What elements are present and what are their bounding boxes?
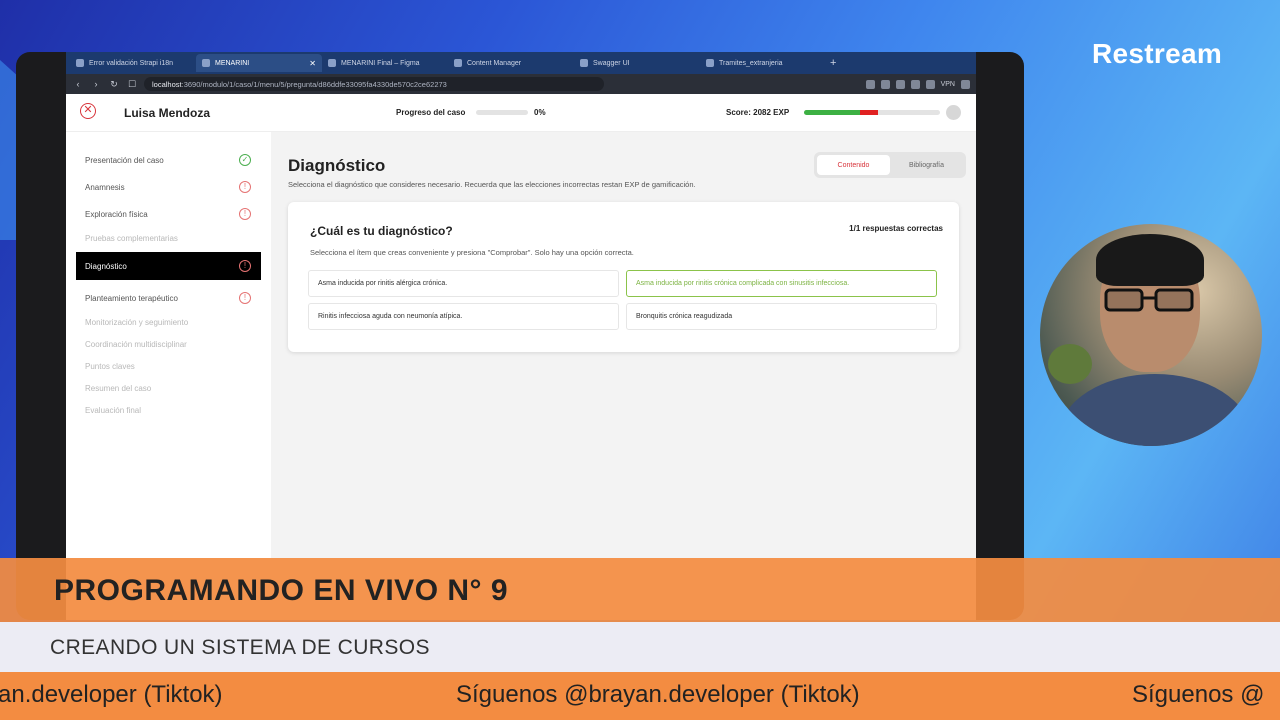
glasses-icon [1104, 288, 1194, 312]
tab-favicon-icon [202, 59, 210, 67]
main-content: Diagnóstico Selecciona el diagnóstico qu… [271, 132, 976, 620]
tab-favicon-icon [706, 59, 714, 67]
browser-window: Error validación Strapi i18n MENARINI ✕ M… [66, 52, 976, 620]
browser-tab[interactable]: Tramites_extranjeria [700, 54, 826, 72]
restream-logo: Restream [1092, 38, 1223, 69]
page-subtitle: Selecciona el diagnóstico que consideres… [288, 180, 696, 189]
tab-favicon-icon [580, 59, 588, 67]
avatar[interactable] [946, 105, 961, 120]
correct-count: 1/1 respuestas correctas [849, 224, 943, 233]
check-circle-icon: ✓ [239, 154, 251, 166]
extensions-toolbar: VPN [865, 79, 970, 89]
ticker-banner: an.developer (Tiktok) Síguenos @brayan.d… [0, 672, 1280, 720]
extension-icon[interactable] [895, 79, 905, 89]
address-bar: ‹ › ↻ ☐ localhost:3690/modulo/1/caso/1/m… [66, 74, 976, 94]
ticker-text-right: Síguenos @ [1132, 681, 1265, 708]
sidebar-item-diagnostico[interactable]: Diagnóstico! [76, 252, 261, 280]
new-tab-icon[interactable]: + [830, 57, 836, 69]
progress-value: 0% [534, 108, 546, 117]
forward-icon[interactable]: › [90, 79, 102, 89]
bookmark-icon[interactable]: ☐ [126, 79, 138, 90]
presenter-shirt [1060, 374, 1250, 446]
reload-icon[interactable]: ↻ [108, 79, 120, 90]
question-card: ¿Cuál es tu diagnóstico? 1/1 respuestas … [288, 202, 959, 352]
ticker-text-left: an.developer (Tiktok) [0, 681, 223, 708]
alert-circle-icon: ! [239, 208, 251, 220]
content-tabs: Contenido Bibliografía [814, 152, 966, 178]
headline-banner: PROGRAMANDO EN VIVO N° 9 [0, 558, 1280, 622]
tab-strip: Error validación Strapi i18n MENARINI ✕ M… [66, 52, 976, 74]
presenter-hair [1096, 234, 1204, 286]
browser-tab[interactable]: Swagger UI [574, 54, 700, 72]
question-title: ¿Cuál es tu diagnóstico? [310, 224, 453, 238]
alert-circle-icon: ! [239, 181, 251, 193]
alert-circle-icon: ! [239, 260, 251, 272]
score-bar [804, 110, 940, 115]
extension-icon[interactable] [880, 79, 890, 89]
back-icon[interactable]: ‹ [72, 79, 84, 89]
extension-icon[interactable] [910, 79, 920, 89]
progress-bar [476, 110, 528, 115]
score-label: Score: 2082 EXP [726, 108, 790, 117]
tab-bibliografia[interactable]: Bibliografía [890, 155, 963, 175]
tab-favicon-icon [76, 59, 84, 67]
webcam-feed [1040, 224, 1262, 446]
score-bar-red [860, 110, 878, 115]
question-help: Selecciona el ítem que creas conveniente… [310, 248, 634, 257]
sidebar-item-pruebas[interactable]: Pruebas complementarias [76, 224, 261, 252]
close-tab-icon[interactable]: ✕ [309, 59, 316, 68]
option-3[interactable]: Rinitis infecciosa aguda con neumonía at… [308, 303, 619, 330]
background-plant [1048, 344, 1092, 384]
sidebar-item-anamnesis[interactable]: Anamnesis! [76, 173, 261, 201]
browser-tab[interactable]: Content Manager [448, 54, 574, 72]
option-4[interactable]: Bronquitis crónica reagudizada [626, 303, 937, 330]
tab-contenido[interactable]: Contenido [817, 155, 890, 175]
extension-icon[interactable] [865, 79, 875, 89]
menu-icon[interactable] [961, 79, 970, 89]
browser-tab-active[interactable]: MENARINI ✕ [196, 54, 322, 72]
progress-label: Progreso del caso [396, 108, 466, 117]
sidebar-item-presentacion[interactable]: Presentación del caso ✓ [76, 146, 261, 174]
extension-icon[interactable] [925, 79, 935, 89]
case-sidebar: Presentación del caso ✓ Anamnesis! Explor… [66, 132, 271, 620]
headline-text: PROGRAMANDO EN VIVO N° 9 [54, 574, 509, 607]
alert-circle-icon: ! [239, 292, 251, 304]
ticker-text-mid: Síguenos @brayan.developer (Tiktok) [456, 681, 860, 708]
tab-favicon-icon [454, 59, 462, 67]
browser-tab[interactable]: Error validación Strapi i18n [70, 54, 196, 72]
subline-text: CREANDO UN SISTEMA DE CURSOS [50, 636, 430, 659]
option-2-correct[interactable]: Asma inducida por rinitis crónica compli… [626, 270, 937, 297]
close-icon[interactable]: ✕ [80, 103, 96, 119]
tab-favicon-icon [328, 59, 336, 67]
browser-tab[interactable]: MENARINI Final – Figma [322, 54, 448, 72]
patient-name: Luisa Mendoza [124, 106, 211, 120]
score-bar-green [804, 110, 860, 115]
app-header: ✕ Luisa Mendoza Progreso del caso 0% Sco… [66, 94, 976, 132]
vpn-badge[interactable]: VPN [941, 81, 955, 88]
sidebar-item-evaluacion[interactable]: Evaluación final [76, 396, 261, 424]
page-title: Diagnóstico [288, 156, 386, 175]
option-1[interactable]: Asma inducida por rinitis alérgica cróni… [308, 270, 619, 297]
shared-screen: Error validación Strapi i18n MENARINI ✕ M… [16, 52, 1024, 620]
url-input[interactable]: localhost:3690/modulo/1/caso/1/menu/5/pr… [144, 77, 604, 91]
subline-banner: CREANDO UN SISTEMA DE CURSOS [0, 622, 1280, 672]
